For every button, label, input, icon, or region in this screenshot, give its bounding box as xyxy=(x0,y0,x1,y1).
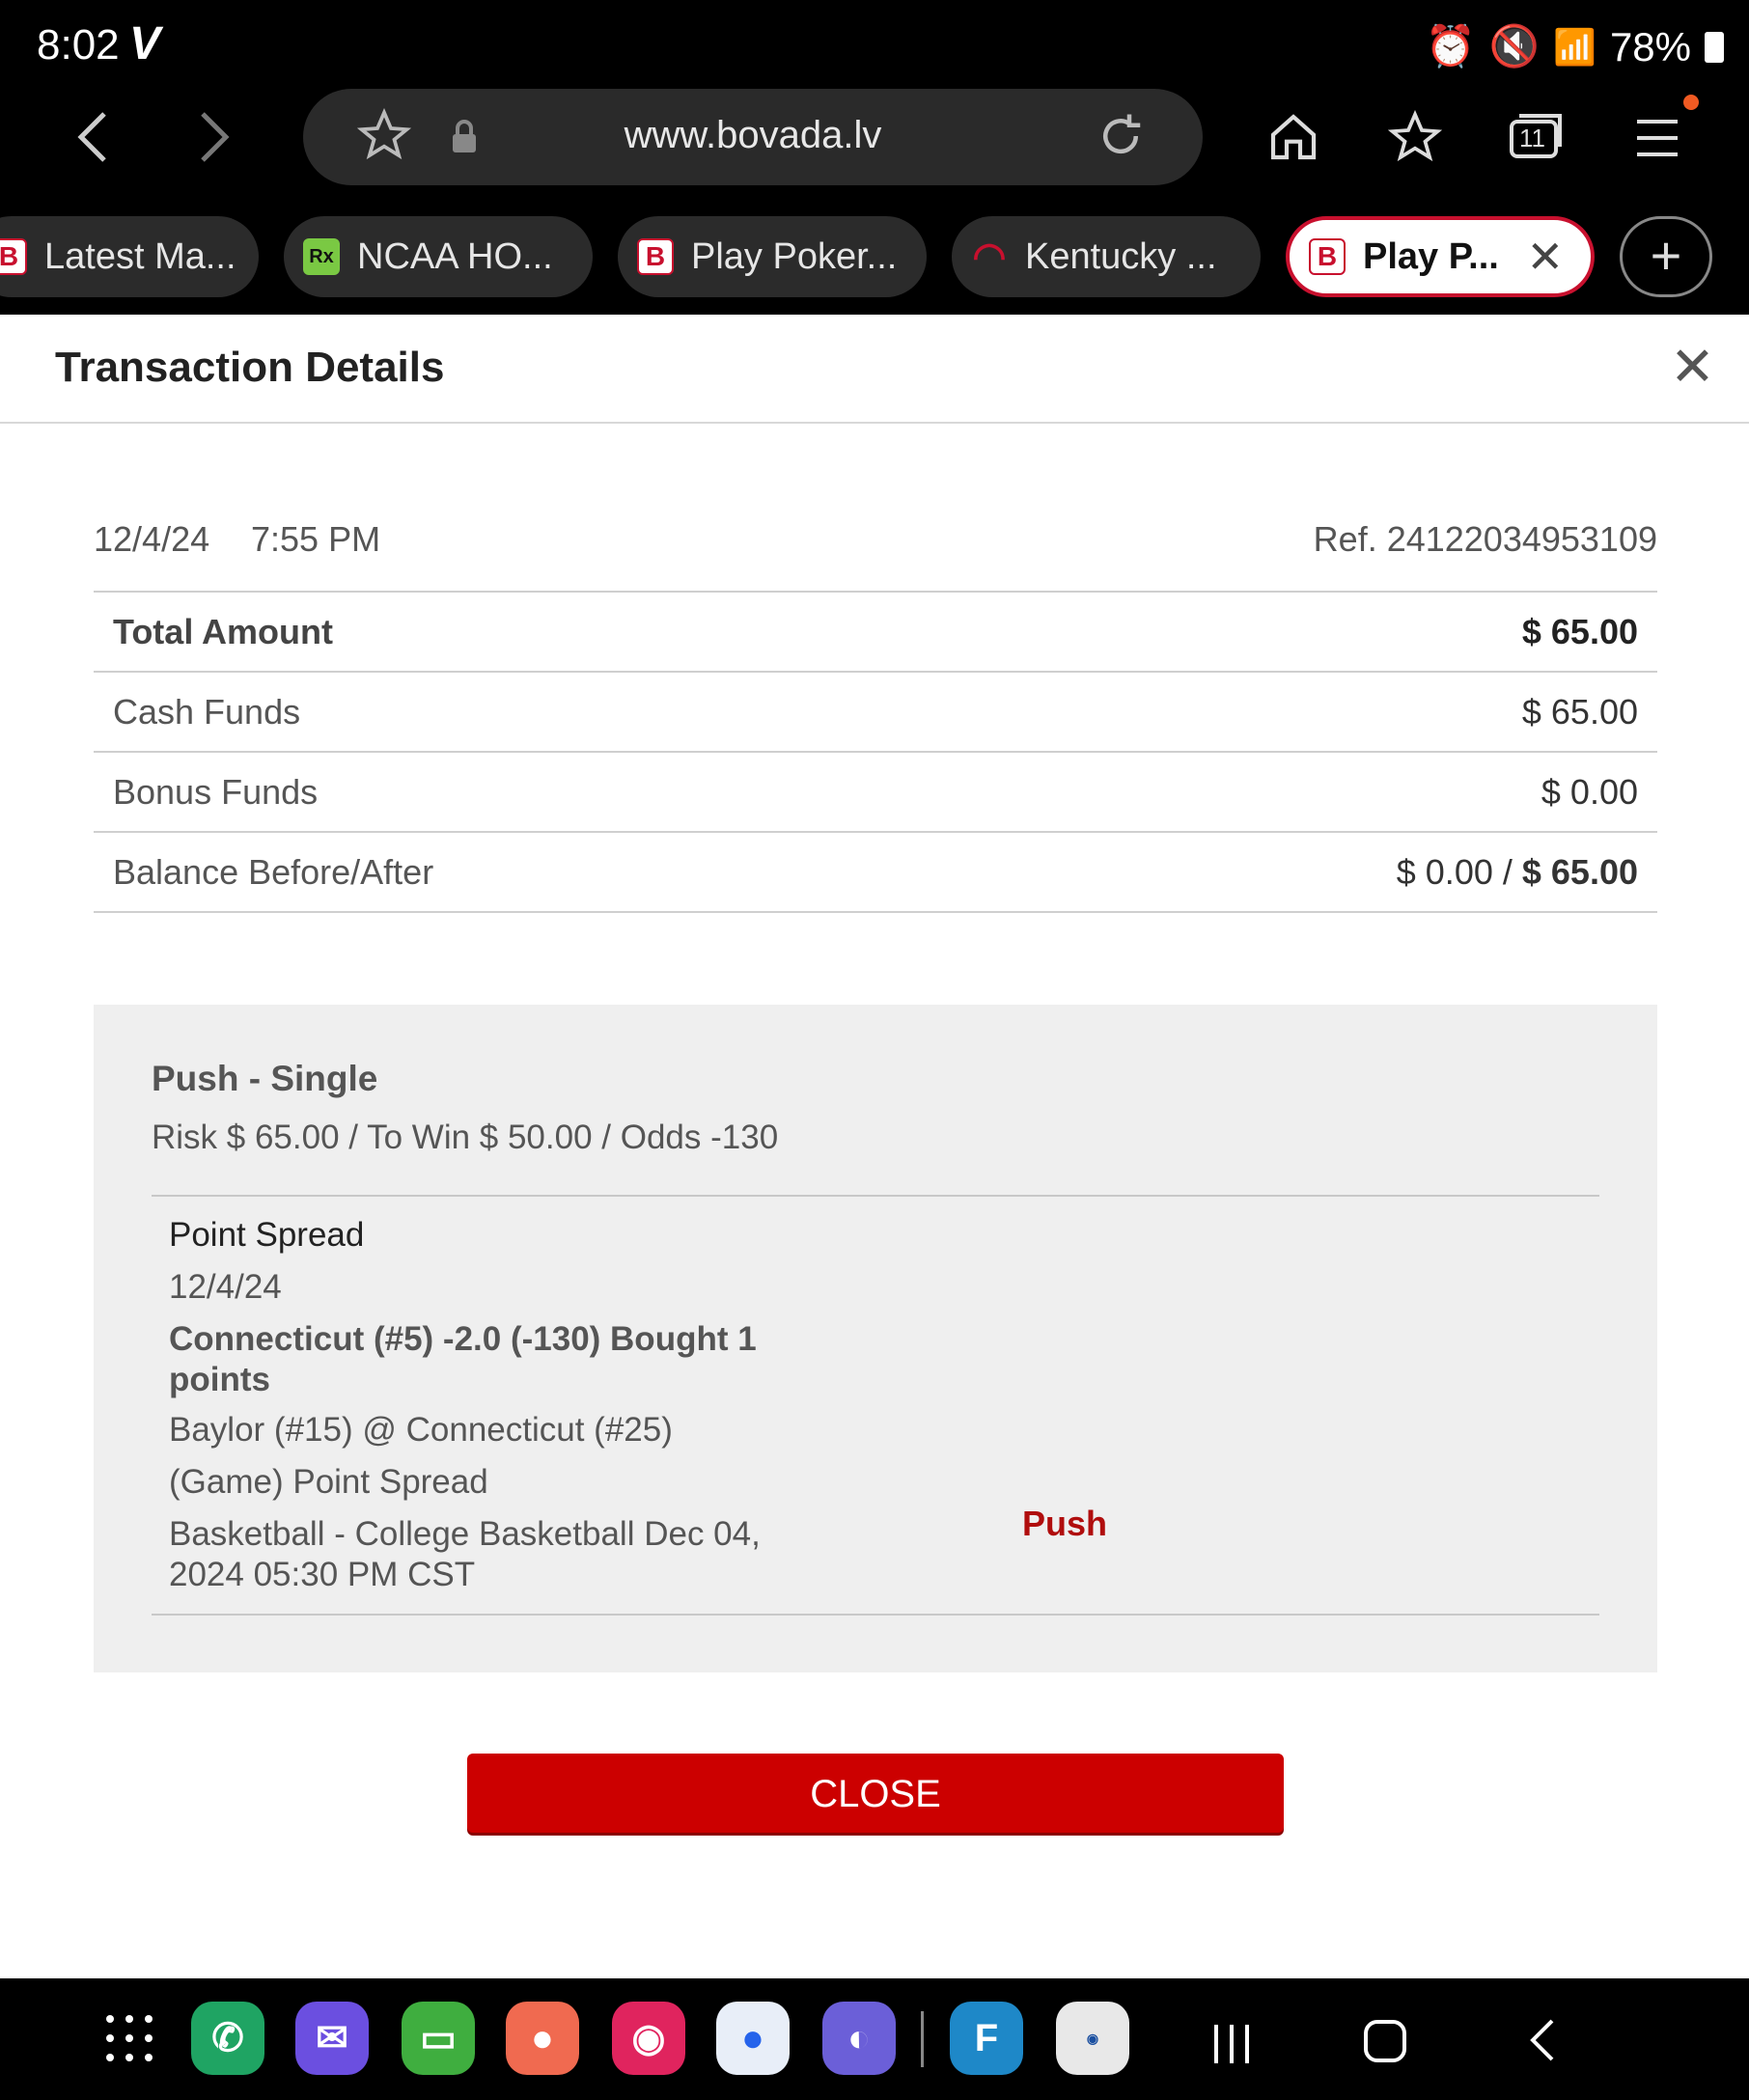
total-label: Total Amount xyxy=(94,591,973,672)
contacts-app-icon[interactable]: ● xyxy=(506,2002,579,2075)
bet-title: Push - Single xyxy=(152,1059,378,1098)
bookmarks-icon[interactable] xyxy=(1387,109,1443,169)
status-icons: ⏰ 🔇 📶 78% xyxy=(1426,23,1724,70)
reference-number: Ref. 24122034953109 xyxy=(1313,519,1657,559)
internet-app-icon[interactable]: ◐ xyxy=(822,2002,896,2075)
balance-value: $ 0.00 / $ 65.00 xyxy=(972,831,1657,913)
dock-divider xyxy=(921,2011,924,2067)
cbs-fantasy-app-icon[interactable]: ◉ xyxy=(1056,2002,1129,2075)
balance-label: Balance Before/After xyxy=(94,831,973,913)
android-nav-bar: ✆ ✉ ▭ ● ◉ ● ◐ F ◉ xyxy=(0,1978,1749,2100)
table-row: Cash Funds $ 65.00 xyxy=(94,671,1657,752)
forward-icon[interactable] xyxy=(195,108,234,179)
new-tab-button[interactable]: + xyxy=(1620,216,1712,297)
transaction-date: 12/4/24 xyxy=(94,519,210,559)
tab-label: Latest Ma... xyxy=(44,235,236,277)
home-nav-icon[interactable] xyxy=(1363,2013,1407,2076)
summary-table: Total Amount $ 65.00 Cash Funds $ 65.00 … xyxy=(94,591,1657,913)
tab-count: 11 xyxy=(1519,124,1545,152)
tab-label: Play Poker... xyxy=(691,235,898,277)
bovada-favicon: B xyxy=(0,238,27,275)
table-row: Balance Before/After $ 0.00 / $ 65.00 xyxy=(94,831,1657,913)
transaction-time: 7:55 PM xyxy=(251,519,381,559)
back-icon[interactable] xyxy=(73,108,112,179)
rx-favicon: Rx xyxy=(303,238,340,275)
battery-icon xyxy=(1705,31,1724,63)
url-text: www.bovada.lv xyxy=(624,114,882,156)
messages-app-icon[interactable]: ● xyxy=(716,2002,790,2075)
dialog-title: Transaction Details xyxy=(55,344,445,391)
close-tab-icon[interactable]: ✕ xyxy=(1526,231,1564,283)
close-button[interactable]: CLOSE xyxy=(467,1754,1284,1833)
status-time: 8:02 xyxy=(37,21,120,69)
balance-before: $ 0.00 / xyxy=(1396,851,1513,892)
cash-value: $ 65.00 xyxy=(972,671,1657,752)
close-icon[interactable]: ✕ xyxy=(1670,340,1715,394)
header-divider xyxy=(0,422,1749,424)
menu-icon[interactable] xyxy=(1635,116,1680,165)
tab-label: Kentucky ... xyxy=(1025,235,1217,277)
bonus-value: $ 0.00 xyxy=(972,751,1657,832)
app-drawer-icon[interactable] xyxy=(104,2013,154,2068)
balance-after: $ 65.00 xyxy=(1521,851,1638,892)
divider xyxy=(152,1614,1599,1616)
voicemail-app-icon[interactable]: ▭ xyxy=(402,2002,475,2075)
market-name: Point Spread xyxy=(169,1216,365,1254)
bovada-favicon: B xyxy=(637,238,674,275)
bovada-favicon: B xyxy=(1309,238,1346,275)
bet-type: (Game) Point Spread xyxy=(169,1463,488,1501)
home-icon[interactable] xyxy=(1266,110,1320,169)
carrier-logo: V xyxy=(129,18,161,69)
cash-label: Cash Funds xyxy=(94,671,973,752)
bonus-label: Bonus Funds xyxy=(94,751,973,832)
phone-app-icon[interactable]: ✆ xyxy=(191,2002,264,2075)
table-row: Total Amount $ 65.00 xyxy=(94,591,1657,672)
divider xyxy=(152,1195,1599,1197)
tab-label: Play P... xyxy=(1363,235,1499,277)
tab-ncaa[interactable]: Rx NCAA HO... xyxy=(284,216,593,297)
recents-icon[interactable] xyxy=(1210,2015,1253,2078)
total-value: $ 65.00 xyxy=(972,591,1657,672)
email-app-icon[interactable]: ✉ xyxy=(295,2002,369,2075)
browser-toolbar: www.bovada.lv 11 B Latest Ma... Rx NCAA … xyxy=(0,89,1749,315)
fanduel-app-icon[interactable]: F xyxy=(950,2002,1023,2075)
bet-details-panel: Push - Single Risk $ 65.00 / To Win $ 50… xyxy=(94,1005,1657,1672)
wifi-icon: 📶 xyxy=(1553,26,1596,67)
matchup: Baylor (#15) @ Connecticut (#25) xyxy=(169,1411,673,1449)
tab-label: NCAA HO... xyxy=(357,235,553,277)
kentucky-icon: ◠ xyxy=(972,235,1007,278)
result-status: Push xyxy=(1022,1504,1108,1543)
table-row: Bonus Funds $ 0.00 xyxy=(94,751,1657,832)
bet-risk-line: Risk $ 65.00 / To Win $ 50.00 / Odds -13… xyxy=(152,1119,779,1156)
status-bar: 8:02 V ⏰ 🔇 📶 78% xyxy=(0,0,1749,89)
event-info: Basketball - College Basketball Dec 04, … xyxy=(169,1515,761,1593)
alarm-icon: ⏰ xyxy=(1425,23,1476,69)
tab-latest[interactable]: B Latest Ma... xyxy=(0,216,259,297)
mute-icon: 🔇 xyxy=(1488,23,1541,69)
tab-play-active[interactable]: B Play P... ✕ xyxy=(1286,216,1595,297)
tab-kentucky[interactable]: ◠ Kentucky ... xyxy=(952,216,1261,297)
selection-pick: Connecticut (#5) -2.0 (-130) Bought 1 po… xyxy=(169,1320,757,1398)
back-nav-icon[interactable] xyxy=(1527,2013,1556,2076)
camera-app-icon[interactable]: ◉ xyxy=(612,2002,685,2075)
address-bar[interactable]: www.bovada.lv xyxy=(303,89,1203,185)
notification-dot xyxy=(1683,95,1699,110)
reload-icon[interactable] xyxy=(1095,110,1147,167)
tab-play-poker[interactable]: B Play Poker... xyxy=(618,216,927,297)
selection-date: 12/4/24 xyxy=(169,1268,282,1306)
tabs-icon[interactable]: 11 xyxy=(1508,112,1564,160)
battery-percent: 78% xyxy=(1609,23,1691,69)
